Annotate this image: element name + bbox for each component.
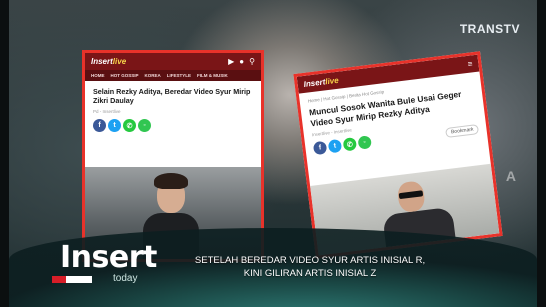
line-icon[interactable]: ◦ (138, 119, 151, 132)
search-icon[interactable]: ⚲ (249, 57, 255, 66)
ticker-flag (52, 276, 92, 283)
bookmark-button[interactable]: Bookmark (445, 123, 479, 138)
twitter-icon[interactable]: t (327, 138, 343, 154)
program-logo-sub: today (113, 273, 138, 284)
channel-logo: TRANSTV (459, 22, 520, 36)
article-meta: Pd - Insertlive (93, 109, 121, 114)
nav-item-film-musik[interactable]: FILM & MUSIK (197, 73, 228, 78)
site-logo[interactable]: Insertlive (91, 57, 126, 66)
facebook-icon[interactable]: f (93, 119, 106, 132)
twitter-icon[interactable]: t (108, 119, 121, 132)
nav-item-lifestyle[interactable]: LIFESTYLE (167, 73, 191, 78)
site-nav: HOME HOT GOSSIP KOREA LIFESTYLE FILM & M… (85, 70, 261, 81)
whatsapp-icon[interactable]: ✆ (342, 137, 358, 152)
line-icon[interactable]: ◦ (357, 135, 372, 150)
facebook-icon[interactable]: f (312, 140, 328, 156)
pillarbox-left (0, 0, 9, 307)
share-bar: f t ✆ ◦ (93, 119, 253, 132)
nav-item-korea[interactable]: KOREA (145, 73, 161, 78)
pillarbox-right (537, 0, 546, 307)
video-icon[interactable]: ▶ (228, 57, 234, 66)
news-headline: SETELAH BEREDAR VIDEO SYUR ARTIS INISIAL… (150, 255, 470, 281)
site-header: Insertlive ▶ ● ⚲ (85, 53, 261, 70)
background-letter: A (505, 168, 516, 184)
site-logo[interactable]: Insertlive (303, 76, 339, 89)
article-title[interactable]: Selain Rezky Aditya, Beredar Video Syur … (93, 87, 253, 105)
headline-line-2: KINI GILIRAN ARTIS INISIAL Z (243, 267, 377, 279)
nav-item-hot-gossip[interactable]: HOT GOSSIP (111, 73, 139, 78)
menu-icon[interactable]: ≡ (467, 59, 473, 69)
whatsapp-icon[interactable]: ✆ (123, 119, 136, 132)
user-icon[interactable]: ● (239, 57, 244, 66)
nav-item-home[interactable]: HOME (91, 73, 105, 78)
headline-line-1: SETELAH BEREDAR VIDEO SYUR ARTIS INISIAL… (194, 255, 426, 266)
program-logo: Insert (60, 240, 157, 275)
